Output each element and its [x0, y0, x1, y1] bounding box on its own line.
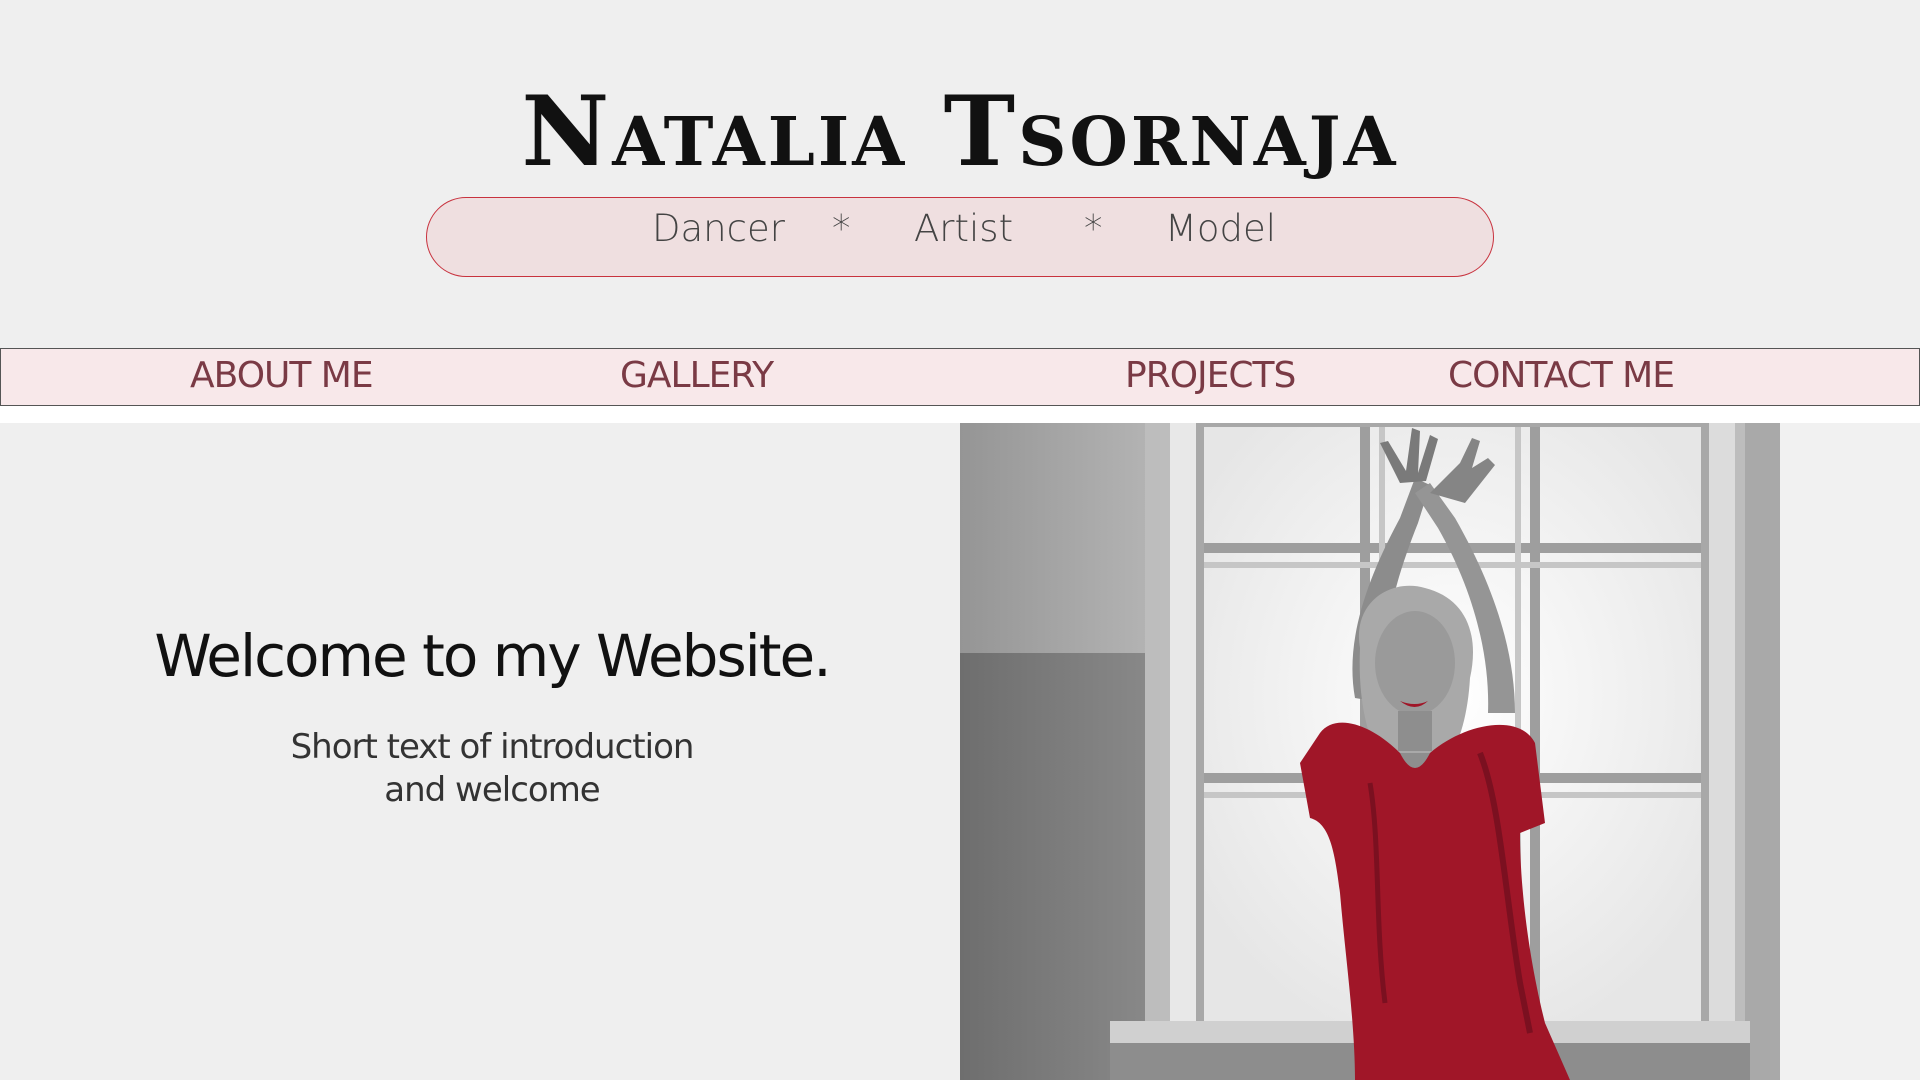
tagline-separator: *: [832, 207, 851, 250]
tagline-separator: *: [1084, 207, 1103, 250]
nav-projects[interactable]: PROJECTS: [1125, 349, 1296, 403]
intro-text: Short text of introduction and welcome: [0, 726, 984, 812]
welcome-heading: Welcome to my Website.: [154, 622, 831, 690]
tagline-dancer: Dancer: [652, 207, 785, 250]
intro-text-line-1: Short text of introduction: [290, 727, 695, 767]
site-title: Natalia Tsornaja: [521, 75, 1399, 188]
nav-about-me[interactable]: ABOUT ME: [190, 349, 374, 403]
dancer-photo-illustration: [960, 423, 1920, 1080]
tagline-model: Model: [1165, 207, 1277, 250]
divider-strip: [0, 406, 1920, 423]
tagline-artist: Artist: [914, 207, 1014, 250]
intro-text-line-2: and welcome: [384, 770, 600, 810]
nav-gallery[interactable]: GALLERY: [620, 349, 774, 403]
page: Natalia Tsornaja Dancer * Artist * Model…: [0, 0, 1920, 1080]
nav-contact-me[interactable]: CONTACT ME: [1448, 349, 1675, 403]
hero-photo: [960, 423, 1920, 1080]
